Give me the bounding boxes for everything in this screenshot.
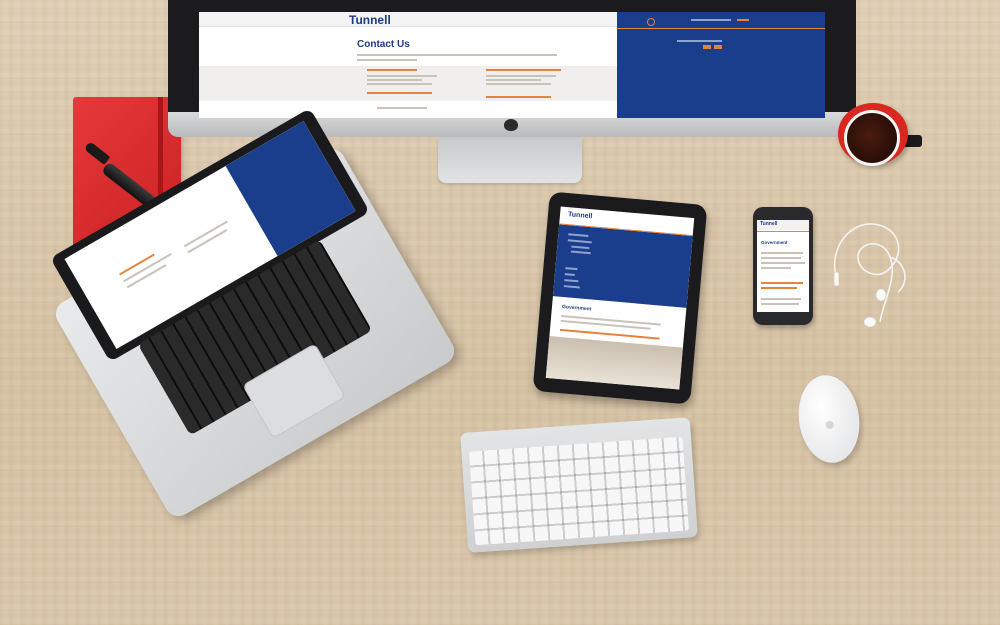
magic-mouse — [793, 371, 865, 467]
tablet-screen: Tunnell Government — [545, 206, 695, 390]
tablet-site-logo: Tunnell — [567, 211, 593, 221]
monitor-page-left: Tunnell Contact Us — [199, 12, 617, 118]
site-logo[interactable]: Tunnell — [349, 13, 391, 27]
form-line — [377, 107, 427, 109]
office-left-heading — [367, 69, 417, 71]
apple-logo-icon — [825, 420, 835, 430]
phone-text-line — [761, 257, 801, 259]
map-link[interactable] — [367, 92, 432, 94]
address-line — [486, 75, 556, 77]
phone-site-logo: Tunnell — [760, 221, 778, 227]
phone-header-divider — [757, 231, 809, 232]
tablet-nav-panel — [552, 224, 693, 308]
address-line — [367, 79, 422, 81]
address-line — [486, 79, 541, 81]
coffee — [844, 110, 900, 166]
address-line — [367, 83, 432, 85]
intro-text-line — [357, 54, 557, 56]
menu-icon[interactable] — [737, 19, 749, 21]
search-icon[interactable] — [647, 18, 655, 26]
phone-text-line — [761, 262, 805, 264]
monitor-stand — [438, 137, 582, 183]
site-header — [199, 12, 617, 27]
phone-text-line — [761, 267, 791, 269]
address-line — [486, 83, 551, 85]
phone-highlight-line — [761, 282, 803, 284]
phone-highlight-line — [761, 287, 797, 289]
address-line — [367, 75, 437, 77]
earphones — [833, 223, 906, 328]
keyboard-keys — [468, 436, 690, 546]
map-link[interactable] — [486, 96, 551, 98]
social-button[interactable] — [703, 45, 711, 49]
intro-text-line — [357, 59, 417, 61]
social-button[interactable] — [714, 45, 722, 49]
phone-text-line — [761, 298, 801, 300]
page-title: Contact Us — [357, 39, 410, 50]
phone-page-title: Government — [761, 240, 788, 245]
office-right-heading — [486, 69, 561, 71]
phone-screen: Tunnell Government — [757, 220, 809, 312]
phone-text-line — [761, 303, 799, 305]
header-phone — [691, 19, 731, 21]
apple-logo-icon — [504, 119, 518, 131]
contact-phone — [677, 40, 722, 42]
tablet-page-title: Government — [561, 303, 592, 313]
phone-text-line — [761, 252, 803, 254]
monitor-screen: Tunnell Contact Us — [199, 12, 825, 118]
header-divider — [617, 28, 825, 29]
